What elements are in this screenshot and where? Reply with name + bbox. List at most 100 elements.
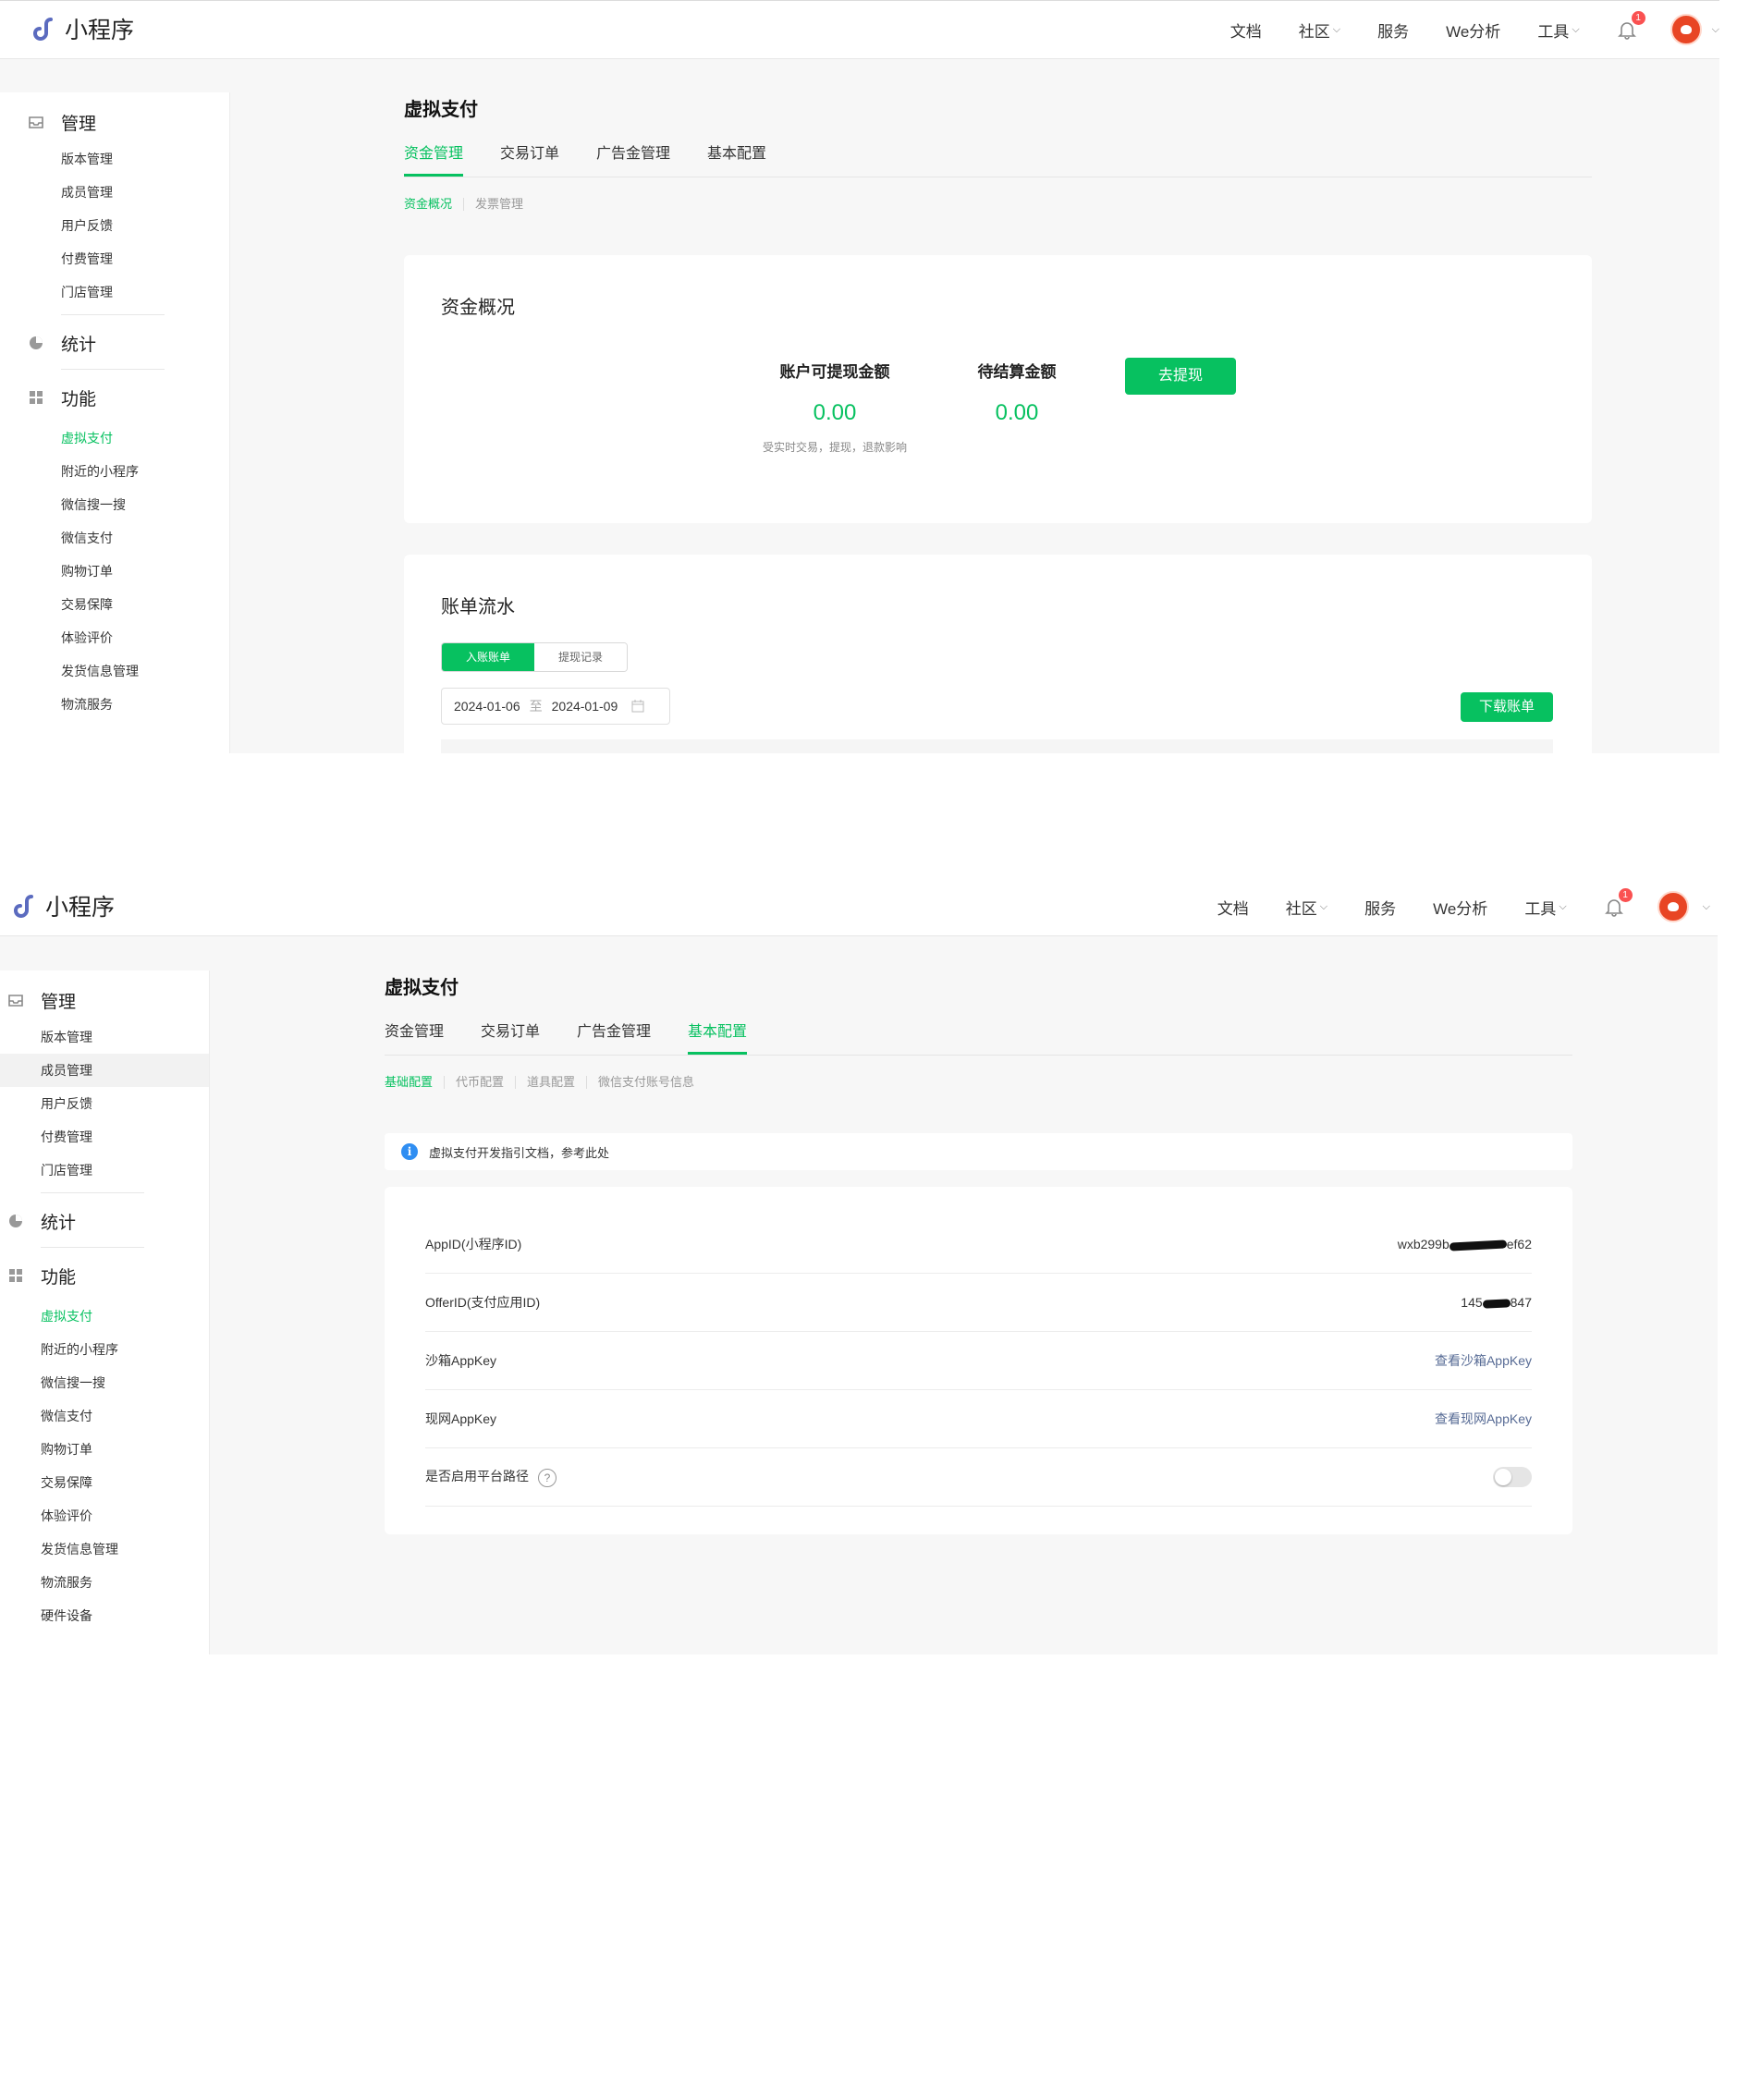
doc-notice[interactable]: i 虚拟支付开发指引文档，参考此处 [385, 1133, 1572, 1170]
stat-label: 待结算金额 [977, 363, 1057, 381]
pie-chart-icon [30, 336, 43, 349]
brand-logo[interactable]: 小程序 [6, 889, 115, 922]
sidebar-item-feedback[interactable]: 用户反馈 [0, 209, 229, 242]
nav-tools-label: 工具 [1537, 22, 1570, 41]
stat-label: 账户可提现金额 [779, 363, 890, 381]
config-card: AppID(小程序ID) wxb299b ef62 OfferID(支付应用ID)… [385, 1187, 1572, 1534]
nav-analytics[interactable]: We分析 [1446, 18, 1500, 42]
sidebar-item-members[interactable]: 成员管理 [0, 1054, 209, 1087]
config-row-live-key: 现网AppKey 查看现网AppKey [425, 1390, 1532, 1448]
sidebar-item-nearby[interactable]: 附近的小程序 [0, 1333, 209, 1366]
view-sandbox-key-link[interactable]: 查看沙箱AppKey [1435, 1351, 1532, 1370]
sidebar-item-version[interactable]: 版本管理 [0, 142, 229, 176]
segment-income[interactable]: 入账账单 [442, 643, 534, 671]
config-label: 是否启用平台路径 [425, 1469, 529, 1484]
nav-docs[interactable]: 文档 [1217, 896, 1249, 919]
page-title: 虚拟支付 [404, 100, 478, 120]
stat-value: 0.00 [813, 400, 857, 425]
sidebar-item-stores[interactable]: 门店管理 [0, 275, 229, 309]
platform-path-toggle[interactable] [1493, 1467, 1532, 1487]
sidebar-item-virtual-pay[interactable]: 虚拟支付 [0, 421, 229, 455]
brand-logo[interactable]: 小程序 [26, 12, 134, 45]
notification-badge: 1 [1618, 888, 1633, 902]
sidebar-item-search[interactable]: 微信搜一搜 [0, 488, 229, 521]
nav-docs[interactable]: 文档 [1230, 18, 1262, 42]
divider [41, 1192, 144, 1193]
view-live-key-link[interactable]: 查看现网AppKey [1435, 1410, 1532, 1428]
sidebar-group-manage[interactable]: 管理 [0, 980, 209, 1020]
tab-orders[interactable]: 交易订单 [481, 1012, 540, 1054]
tab-basic-config[interactable]: 基本配置 [688, 1012, 748, 1055]
sidebar-item-nearby[interactable]: 附近的小程序 [0, 455, 229, 488]
sidebar-group-features[interactable]: 功能 [0, 1255, 209, 1296]
sidebar-group-manage[interactable]: 管理 [0, 102, 229, 142]
sidebar-item-virtual-pay[interactable]: 虚拟支付 [0, 1300, 209, 1333]
sidebar-item-stores[interactable]: 门店管理 [0, 1154, 209, 1187]
sidebar-item-logistics[interactable]: 物流服务 [0, 1566, 209, 1599]
sidebar-group-features[interactable]: 功能 [0, 377, 229, 418]
sidebar-item-shipping[interactable]: 发货信息管理 [0, 654, 229, 688]
value-prefix: 145 [1461, 1295, 1483, 1310]
card-title: 账单流水 [441, 597, 515, 617]
nav-analytics-label: We分析 [1433, 899, 1488, 918]
nav-tools[interactable]: 工具 ⌵ [1537, 18, 1579, 42]
user-menu[interactable]: ⌵ [1657, 891, 1710, 922]
sidebar-group-label: 管理 [41, 992, 77, 1012]
chevron-down-icon: ⌵ [1702, 900, 1710, 912]
sidebar: 管理 版本管理 成员管理 用户反馈 付费管理 门店管理 统计 功能 虚拟支付 附… [0, 92, 230, 753]
notification-button[interactable]: 1 [1604, 888, 1633, 917]
sidebar-item-review[interactable]: 体验评价 [0, 1499, 209, 1532]
sidebar-item-members[interactable]: 成员管理 [0, 176, 229, 209]
withdraw-button[interactable]: 去提现 [1125, 358, 1236, 395]
nav-services[interactable]: 服务 [1364, 896, 1396, 919]
sidebar-item-billing[interactable]: 付费管理 [0, 242, 229, 275]
nav-tools[interactable]: 工具 ⌵ [1524, 896, 1566, 919]
sidebar-item-guarantee[interactable]: 交易保障 [0, 1466, 209, 1499]
download-bill-button[interactable]: 下载账单 [1461, 692, 1553, 722]
ledger-card: 账单流水 入账账单 提现记录 2024-01-06 至 2024-01-09 下… [404, 555, 1592, 753]
notice-text: 虚拟支付开发指引文档，参考此处 [429, 1145, 610, 1160]
date-range-picker[interactable]: 2024-01-06 至 2024-01-09 [441, 688, 670, 725]
tab-funds[interactable]: 资金管理 [404, 134, 464, 177]
config-row-sandbox-key: 沙箱AppKey 查看沙箱AppKey [425, 1332, 1532, 1390]
segment-withdrawals[interactable]: 提现记录 [534, 643, 627, 671]
nav-community[interactable]: 社区 ⌵ [1286, 896, 1327, 919]
sidebar-item-version[interactable]: 版本管理 [0, 1020, 209, 1054]
sidebar-item-billing[interactable]: 付费管理 [0, 1120, 209, 1154]
sidebar-item-wechat-pay[interactable]: 微信支付 [0, 521, 229, 555]
config-row-platform-path: 是否启用平台路径? [425, 1448, 1532, 1507]
notification-button[interactable]: 1 [1617, 11, 1645, 40]
subtab-currency[interactable]: 代币配置 [456, 1076, 517, 1089]
nav-analytics[interactable]: We分析 [1433, 896, 1487, 919]
sidebar-group-stats[interactable]: 统计 [0, 323, 229, 363]
tab-ad-funds[interactable]: 广告金管理 [577, 1012, 651, 1054]
subtab-basic[interactable]: 基础配置 [385, 1076, 446, 1089]
nav-services[interactable]: 服务 [1377, 18, 1409, 42]
sidebar-item-hardware[interactable]: 硬件设备 [0, 1599, 209, 1632]
tab-orders[interactable]: 交易订单 [500, 134, 559, 176]
sidebar-item-wechat-pay[interactable]: 微信支付 [0, 1399, 209, 1433]
sidebar-item-feedback[interactable]: 用户反馈 [0, 1087, 209, 1120]
tab-ad-funds[interactable]: 广告金管理 [596, 134, 670, 176]
sidebar-item-search[interactable]: 微信搜一搜 [0, 1366, 209, 1399]
screenshot-fund-management: 小程序 文档 社区 ⌵ 服务 We分析 工具 ⌵ 1 ⌵ 管理 版本管理 成员管… [0, 0, 1719, 753]
subtab-overview[interactable]: 资金概况 [404, 198, 465, 211]
subtab-items[interactable]: 道具配置 [527, 1076, 588, 1089]
subtab-invoices[interactable]: 发票管理 [475, 198, 534, 211]
tab-funds[interactable]: 资金管理 [385, 1012, 444, 1054]
nav-community[interactable]: 社区 ⌵ [1299, 18, 1340, 42]
sidebar-item-logistics[interactable]: 物流服务 [0, 688, 229, 721]
sidebar-item-orders[interactable]: 购物订单 [0, 555, 229, 588]
sidebar-group-label: 管理 [61, 114, 97, 134]
nav-services-label: 服务 [1364, 899, 1397, 918]
sidebar-item-guarantee[interactable]: 交易保障 [0, 588, 229, 621]
subtab-wechat-pay-account[interactable]: 微信支付账号信息 [598, 1076, 705, 1089]
sidebar-group-stats[interactable]: 统计 [0, 1201, 209, 1241]
tab-basic-config[interactable]: 基本配置 [707, 134, 766, 176]
config-row-offerid: OfferID(支付应用ID) 145 847 [425, 1274, 1532, 1332]
sidebar-item-review[interactable]: 体验评价 [0, 621, 229, 654]
sidebar-item-shipping[interactable]: 发货信息管理 [0, 1532, 209, 1566]
help-icon[interactable]: ? [538, 1468, 557, 1487]
sidebar-item-orders[interactable]: 购物订单 [0, 1433, 209, 1466]
user-menu[interactable]: ⌵ [1670, 14, 1719, 45]
